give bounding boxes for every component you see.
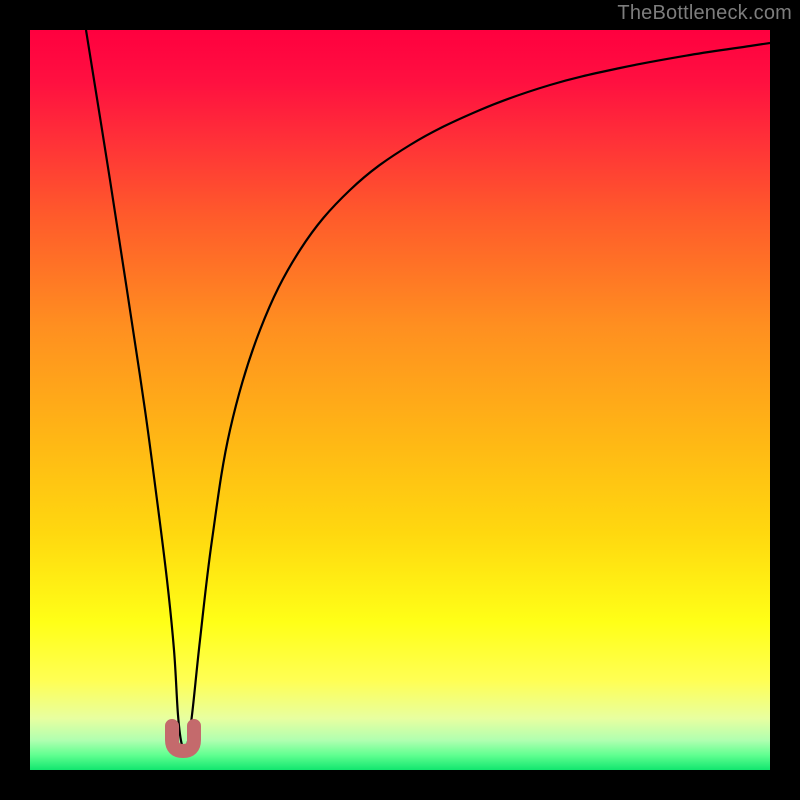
plot-area	[30, 30, 770, 770]
watermark-text: TheBottleneck.com	[617, 2, 792, 25]
gradient-background	[30, 30, 770, 770]
chart-frame: TheBottleneck.com	[0, 0, 800, 800]
chart-svg	[30, 30, 770, 770]
